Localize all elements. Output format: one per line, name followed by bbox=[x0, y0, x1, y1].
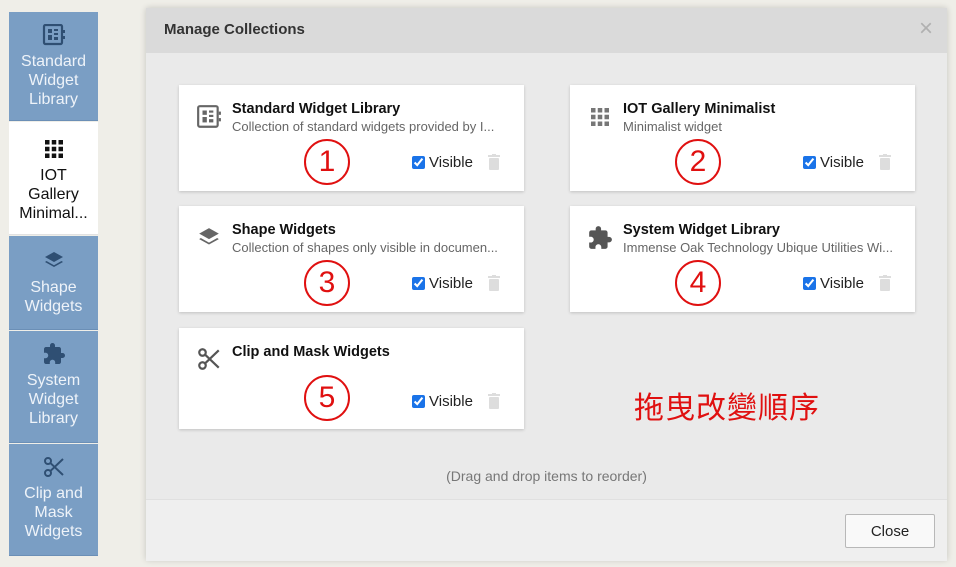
card-title: System Widget Library bbox=[623, 222, 780, 238]
sidebar-item-label-line: Library bbox=[29, 91, 78, 108]
visible-checkbox[interactable]: Visible bbox=[412, 393, 473, 410]
visible-checkbox-input[interactable] bbox=[412, 156, 425, 169]
drag-drop-hint: (Drag and drop items to reorder) bbox=[446, 468, 647, 484]
close-icon[interactable]: × bbox=[919, 17, 933, 41]
visible-checkbox[interactable]: Visible bbox=[412, 275, 473, 292]
trash-icon[interactable] bbox=[488, 154, 502, 172]
layers-icon bbox=[41, 248, 67, 274]
visible-checkbox[interactable]: Visible bbox=[803, 154, 864, 171]
widget-library-icon bbox=[41, 22, 67, 48]
visible-label: Visible bbox=[429, 154, 473, 171]
visible-checkbox[interactable]: Visible bbox=[412, 154, 473, 171]
card-title: Standard Widget Library bbox=[232, 101, 401, 117]
sidebar-item-label-line: Minimal... bbox=[19, 205, 88, 222]
dialog-body: Standard Widget Library Collection of st… bbox=[146, 53, 947, 499]
annotation-number: 1 bbox=[304, 139, 350, 185]
card-title: Clip and Mask Widgets bbox=[232, 344, 390, 360]
sidebar-item-iot-gallery[interactable]: IOT Gallery Minimal... bbox=[9, 122, 98, 235]
scissors-icon bbox=[41, 454, 67, 480]
sidebar-item-label-line: IOT bbox=[40, 167, 67, 184]
annotation-number: 5 bbox=[304, 375, 350, 421]
sidebar-item-clip-and-mask-widgets[interactable]: Clip and Mask Widgets bbox=[9, 444, 98, 556]
sidebar-item-label-line: Mask bbox=[34, 504, 73, 521]
sidebar-item-label-line: Clip and bbox=[24, 485, 83, 502]
card-description: Minimalist widget bbox=[623, 119, 722, 134]
sidebar-item-label-line: Standard bbox=[21, 53, 86, 70]
visible-checkbox-input[interactable] bbox=[803, 156, 816, 169]
layers-icon bbox=[195, 224, 223, 252]
trash-icon[interactable] bbox=[879, 154, 893, 172]
card-description: Collection of shapes only visible in doc… bbox=[232, 240, 498, 255]
visible-checkbox-input[interactable] bbox=[412, 395, 425, 408]
widget-library-icon bbox=[195, 103, 223, 131]
grid-icon bbox=[41, 136, 67, 162]
card-title: Shape Widgets bbox=[232, 222, 336, 238]
trash-icon[interactable] bbox=[488, 393, 502, 411]
puzzle-icon bbox=[586, 224, 614, 252]
dialog-title: Manage Collections bbox=[164, 21, 305, 38]
sidebar-item-system-widget-library[interactable]: System Widget Library bbox=[9, 331, 98, 443]
sidebar-item-label-line: Gallery bbox=[28, 186, 79, 203]
visible-label: Visible bbox=[429, 275, 473, 292]
grid-icon bbox=[586, 103, 614, 131]
puzzle-icon bbox=[41, 341, 67, 367]
collection-card-system-widget-library[interactable]: System Widget Library Immense Oak Techno… bbox=[570, 206, 915, 312]
annotation-number: 2 bbox=[675, 139, 721, 185]
sidebar-item-label-line: Shape bbox=[30, 279, 77, 296]
card-description: Immense Oak Technology Ubique Utilities … bbox=[623, 240, 893, 255]
sidebar-item-label-line: Widgets bbox=[24, 523, 83, 540]
dialog-header: Manage Collections × bbox=[146, 8, 947, 53]
sidebar-item-label-line: Widget bbox=[28, 391, 79, 408]
visible-label: Visible bbox=[820, 275, 864, 292]
trash-icon[interactable] bbox=[879, 275, 893, 293]
manage-collections-dialog: Manage Collections × Standard Widget Lib… bbox=[146, 8, 947, 561]
visible-checkbox-input[interactable] bbox=[412, 277, 425, 290]
sidebar-item-label-line: Library bbox=[29, 410, 78, 427]
reorder-annotation: 拖曳改變順序 bbox=[634, 391, 820, 426]
sidebar-item-standard-widget-library[interactable]: Standard Widget Library bbox=[9, 12, 98, 121]
scissors-icon bbox=[195, 345, 223, 373]
annotation-number: 3 bbox=[304, 260, 350, 306]
visible-label: Visible bbox=[820, 154, 864, 171]
collection-card-standard-widget-library[interactable]: Standard Widget Library Collection of st… bbox=[179, 85, 524, 191]
sidebar-item-label-line: System bbox=[26, 372, 81, 389]
sidebar-item-shape-widgets[interactable]: Shape Widgets bbox=[9, 236, 98, 330]
collection-card-clip-and-mask-widgets[interactable]: Clip and Mask Widgets 5 Visible bbox=[179, 328, 524, 429]
visible-checkbox-input[interactable] bbox=[803, 277, 816, 290]
card-description: Collection of standard widgets provided … bbox=[232, 119, 495, 134]
collection-card-iot-gallery-minimalist[interactable]: IOT Gallery Minimalist Minimalist widget… bbox=[570, 85, 915, 191]
close-button[interactable]: Close bbox=[845, 514, 935, 548]
visible-label: Visible bbox=[429, 393, 473, 410]
sidebar-item-label-line: Widget bbox=[28, 72, 79, 89]
sidebar-item-label-line: Widgets bbox=[24, 298, 83, 315]
card-title: IOT Gallery Minimalist bbox=[623, 101, 776, 117]
collection-card-shape-widgets[interactable]: Shape Widgets Collection of shapes only … bbox=[179, 206, 524, 312]
annotation-number: 4 bbox=[675, 260, 721, 306]
trash-icon[interactable] bbox=[488, 275, 502, 293]
dialog-footer: Close bbox=[146, 499, 947, 561]
visible-checkbox[interactable]: Visible bbox=[803, 275, 864, 292]
collections-sidebar: Standard Widget Library IOT Gallery Mini… bbox=[0, 0, 108, 567]
